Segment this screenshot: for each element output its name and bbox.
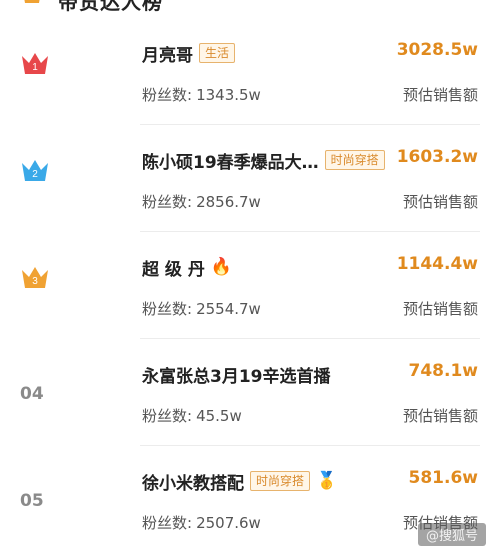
estimated-sales-label: 预估销售额: [402, 407, 478, 425]
badge-emoji: 🥇: [316, 471, 338, 491]
fans-count: 粉丝数: 45.5w: [142, 405, 242, 426]
estimated-sales-value: 3028.5w: [396, 40, 478, 60]
rank-number: 2: [32, 169, 38, 180]
rank-number: 05: [20, 491, 44, 511]
fans-count: 粉丝数: 1343.5w: [142, 84, 261, 105]
ranking-row[interactable]: 04 永富张总3月19辛选首播 粉丝数: 45.5w 748.1w 预估销售额: [0, 339, 500, 446]
fans-count: 粉丝数: 2856.7w: [142, 191, 261, 212]
fans-count: 粉丝数: 2507.6w: [142, 512, 261, 533]
list-header: 带货达人榜 ﹀: [0, 0, 500, 14]
fans-count: 粉丝数: 2554.7w: [142, 298, 261, 319]
rank-number: 1: [32, 62, 38, 73]
fans-value: 2856.7w: [196, 193, 261, 211]
streamer-name-line: 陈小硕19春季爆品大… 时尚穿搭: [142, 147, 385, 173]
fans-label: 粉丝数:: [142, 300, 193, 318]
fans-label: 粉丝数:: [142, 407, 193, 425]
estimated-sales-value: 1144.4w: [396, 254, 478, 274]
rank-number: 04: [20, 384, 44, 404]
streamer-name-line: 超 级 丹 🔥: [142, 254, 232, 280]
crown-icon: [24, 0, 40, 3]
streamer-name-line: 月亮哥 生活: [142, 40, 236, 66]
ranking-row[interactable]: 3 超 级 丹 🔥 粉丝数: 2554.7w 1144.4w 预估销售额: [0, 232, 500, 339]
fans-value: 45.5w: [196, 407, 242, 425]
crown-icon: 3: [22, 267, 48, 288]
fans-label: 粉丝数:: [142, 86, 193, 104]
badge-emoji: 🔥: [210, 257, 233, 277]
streamer-name-line: 徐小米教搭配 时尚穿搭 🥇: [142, 468, 337, 494]
streamer-name[interactable]: 超 级 丹: [142, 255, 205, 280]
crown-icon: 2: [22, 160, 48, 181]
estimated-sales-value: 748.1w: [408, 361, 478, 381]
fans-label: 粉丝数:: [142, 193, 193, 211]
estimated-sales-value: 581.6w: [408, 468, 478, 488]
ranking-row[interactable]: 2 陈小硕19春季爆品大… 时尚穿搭 粉丝数: 2856.7w 1603.2w 预…: [0, 125, 500, 232]
streamer-name[interactable]: 陈小硕19春季爆品大…: [142, 148, 319, 173]
rank-number: 3: [32, 276, 38, 287]
estimated-sales-label: 预估销售额: [402, 193, 478, 211]
estimated-sales-label: 预估销售额: [402, 86, 478, 104]
category-tag: 生活: [199, 43, 236, 63]
fans-label: 粉丝数:: [142, 514, 193, 532]
crown-icon: 1: [22, 53, 48, 74]
ranking-row[interactable]: 1 月亮哥 生活 粉丝数: 1343.5w 3028.5w 预估销售额: [0, 18, 500, 125]
watermark: @搜狐号: [417, 523, 486, 546]
category-tag: 时尚穿搭: [250, 471, 311, 491]
page-title: 带货达人榜: [58, 0, 163, 14]
fans-value: 1343.5w: [196, 86, 261, 104]
category-tag: 时尚穿搭: [324, 150, 385, 170]
estimated-sales-value: 1603.2w: [396, 147, 478, 167]
chevron-down-icon[interactable]: ﹀: [442, 0, 460, 12]
estimated-sales-label: 预估销售额: [402, 300, 478, 318]
streamer-name[interactable]: 徐小米教搭配: [142, 469, 244, 494]
streamer-name-line: 永富张总3月19辛选首播: [142, 361, 331, 387]
fans-value: 2554.7w: [196, 300, 261, 318]
fans-value: 2507.6w: [196, 514, 261, 532]
streamer-name[interactable]: 永富张总3月19辛选首播: [142, 362, 331, 387]
streamer-name[interactable]: 月亮哥: [142, 41, 193, 66]
